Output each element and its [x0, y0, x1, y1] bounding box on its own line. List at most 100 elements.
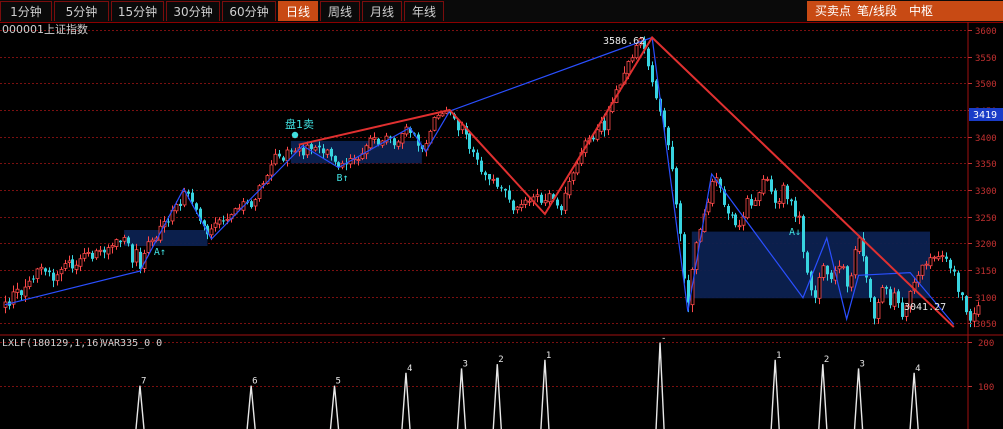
- candle-body: [770, 179, 773, 192]
- candle-body: [393, 138, 396, 146]
- candle-body: [488, 174, 491, 180]
- candle-body: [949, 259, 952, 269]
- sell1-marker: [291, 131, 299, 139]
- candle-body: [945, 256, 948, 259]
- candle-body: [476, 152, 479, 160]
- kline-chart[interactable]: A↑B↑A↓ 305031003150320032503300335034003…: [0, 0, 1003, 429]
- indicator-spike: [456, 368, 467, 429]
- candle-body: [122, 237, 127, 242]
- candle-body: [110, 245, 115, 248]
- current-price-label: 3419: [973, 110, 997, 121]
- candle-body: [91, 252, 94, 259]
- candle-body: [706, 201, 711, 213]
- candle-body: [305, 144, 310, 156]
- candle-body: [396, 141, 401, 147]
- candle-body: [213, 222, 218, 228]
- price-axis: 3050310031503200325033003350340034503500…: [968, 27, 997, 393]
- candle-body: [679, 203, 682, 234]
- candle-body: [491, 178, 496, 181]
- chart-title: 000001上证指数: [2, 22, 88, 36]
- y-tick-label: 3200: [975, 240, 997, 250]
- indicator-spike-label: 4: [915, 364, 920, 374]
- candle-body: [849, 275, 854, 288]
- candle-body: [830, 272, 833, 280]
- candle-body: [313, 146, 318, 151]
- candle-body: [802, 216, 805, 252]
- candle-body: [876, 302, 881, 319]
- candle-body: [302, 147, 305, 156]
- candle-body: [480, 160, 483, 172]
- candle-body: [440, 113, 445, 117]
- candle-body: [273, 153, 278, 165]
- candle-body: [731, 214, 734, 216]
- candle-body: [35, 268, 40, 279]
- candle-body: [543, 200, 548, 204]
- candle-body: [837, 265, 842, 270]
- indicator-spike-label: 1: [546, 351, 551, 361]
- candle-body: [575, 163, 580, 174]
- candle-body: [150, 239, 155, 243]
- candle-body: [626, 61, 631, 75]
- candle-body: [790, 199, 793, 202]
- indicator-spike-label: 2: [824, 355, 829, 365]
- candle-body: [523, 199, 528, 205]
- candle-body: [269, 164, 274, 176]
- candle-body: [55, 274, 60, 282]
- candle-body: [750, 199, 753, 206]
- indicator-spike-label: 2: [498, 355, 503, 365]
- candle-body: [472, 149, 475, 153]
- indicator-spike-label: 5: [336, 377, 341, 387]
- candle-body: [106, 247, 111, 255]
- indicator-y-tick-label: 100: [978, 383, 994, 393]
- y-tick-label: 3600: [975, 27, 997, 37]
- candle-body: [225, 218, 230, 221]
- candle-body: [63, 263, 68, 269]
- indicator-spike-label: 6: [252, 377, 257, 387]
- signal-arrow-label: A↓: [789, 227, 801, 238]
- candle-body: [496, 177, 499, 187]
- sell1-label: 盘1卖: [285, 117, 314, 131]
- candle-body: [535, 194, 540, 197]
- candle-body: [560, 206, 563, 211]
- candle-body: [885, 287, 888, 289]
- indicator-spike-label: 4: [407, 364, 412, 374]
- candle-body: [961, 292, 964, 296]
- pivot-zone: [124, 230, 208, 246]
- candle-body: [889, 289, 892, 306]
- candle-body: [368, 137, 373, 149]
- candle-body: [27, 280, 32, 287]
- candle-body: [209, 228, 214, 236]
- candle-body: [547, 193, 552, 203]
- candle-body: [39, 266, 44, 270]
- candle-body: [257, 185, 262, 199]
- candle-body: [806, 252, 809, 273]
- pivot-zones: [124, 140, 931, 299]
- y-tick-label: 3400: [975, 134, 997, 144]
- candle-body: [567, 181, 572, 196]
- y-tick-label: 3350: [975, 160, 997, 170]
- y-tick-label: 3150: [975, 267, 997, 277]
- candle-body: [563, 192, 568, 211]
- indicator-spike: [853, 368, 864, 429]
- candle-body: [940, 255, 945, 258]
- candle-body: [957, 272, 960, 292]
- y-tick-label: 3050: [975, 320, 997, 330]
- candle-body: [527, 200, 532, 203]
- candle-body: [23, 286, 28, 297]
- candle-body: [873, 297, 876, 319]
- candle-body: [683, 234, 686, 279]
- candle-body: [932, 256, 937, 259]
- candle-body: [753, 200, 758, 206]
- candle-body: [936, 256, 941, 260]
- signal-arrow-label: A↑: [154, 247, 166, 258]
- low-price-annotation: 3041.27: [904, 302, 946, 313]
- candle-body: [928, 257, 933, 267]
- indicator-spike: [401, 372, 411, 429]
- candle-body: [976, 305, 981, 315]
- candle-body: [794, 200, 797, 217]
- y-tick-label: 3250: [975, 214, 997, 224]
- candle-body: [71, 259, 74, 269]
- candle-body: [556, 199, 559, 206]
- candle-body: [869, 279, 872, 298]
- indicator-spike: [135, 385, 145, 429]
